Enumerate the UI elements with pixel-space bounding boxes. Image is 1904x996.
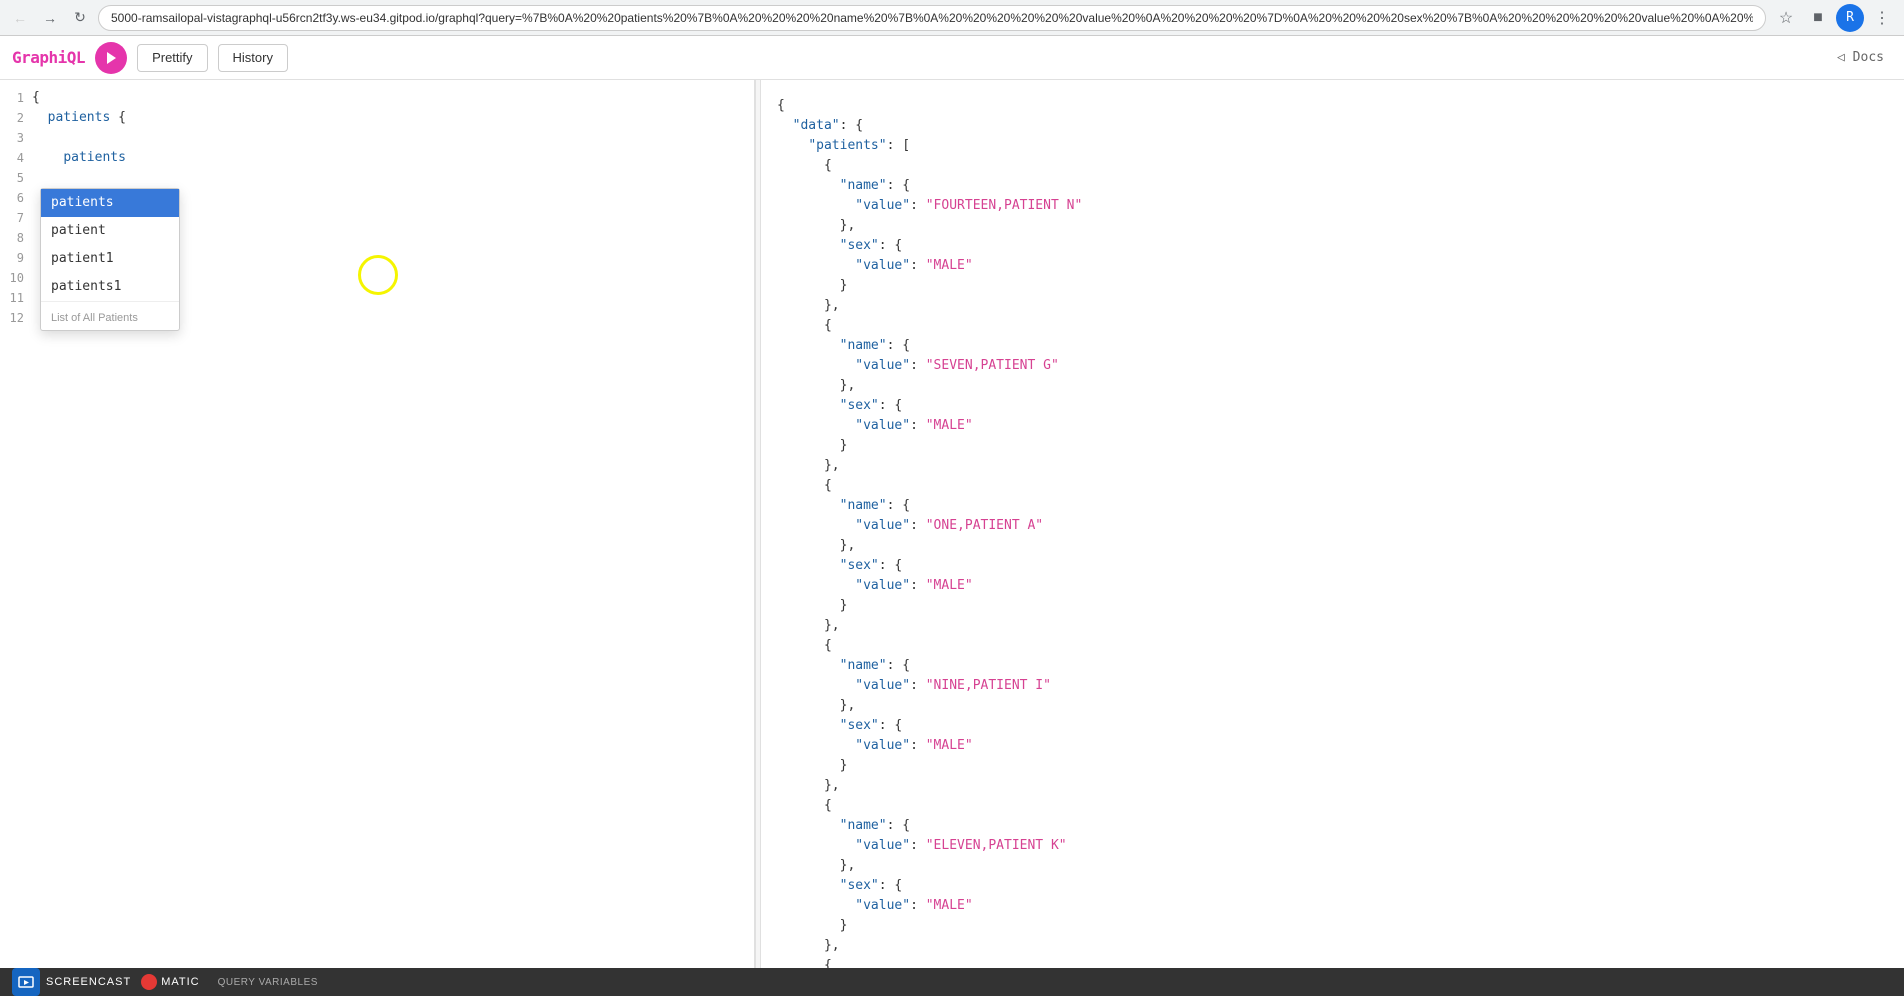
matic-label: MATIC	[161, 976, 199, 988]
screencast-label: SCREENCAST	[46, 976, 131, 988]
autocomplete-item-patients[interactable]: patients	[41, 189, 179, 217]
url-bar[interactable]	[98, 5, 1766, 31]
line-num: 5	[0, 168, 32, 188]
app-toolbar: GraphiQL Prettify History ◁ Docs	[0, 36, 1904, 80]
line-num: 1	[0, 88, 32, 108]
browser-bar: ← → ↻ ☆ ■ R ⋮	[0, 0, 1904, 36]
bottom-bar: SCREENCAST MATIC QUERY VARIABLES	[0, 968, 1904, 996]
app-logo: GraphiQL	[12, 48, 85, 67]
record-indicator	[141, 974, 157, 990]
line-num: 10	[0, 268, 32, 288]
autocomplete-dropdown[interactable]: patients patient patient1 patients1 List…	[40, 188, 180, 331]
line-code: patients	[32, 148, 754, 168]
results-panel[interactable]: { "data": { "patients": [ { "name": { "v…	[761, 80, 1904, 996]
line-num: 4	[0, 148, 32, 168]
line-num: 2	[0, 108, 32, 128]
prettify-button[interactable]: Prettify	[137, 44, 207, 72]
line-num: 9	[0, 248, 32, 268]
autocomplete-item-patient[interactable]: patient	[41, 217, 179, 245]
refresh-button[interactable]: ↻	[68, 6, 92, 30]
line-num: 8	[0, 228, 32, 248]
autocomplete-item-patient1[interactable]: patient1	[41, 245, 179, 273]
bookmark-button[interactable]: ☆	[1772, 4, 1800, 32]
screencast-icon	[18, 974, 34, 990]
play-icon	[105, 51, 117, 65]
run-button[interactable]	[95, 42, 127, 74]
editor-line-2: 2 patients {	[0, 108, 754, 128]
line-num: 6	[0, 188, 32, 208]
menu-button[interactable]: ⋮	[1868, 4, 1896, 32]
editor-line-5: 5	[0, 168, 754, 188]
line-num: 12	[0, 308, 32, 328]
forward-button[interactable]: →	[38, 6, 62, 30]
docs-button[interactable]: ◁ Docs	[1829, 50, 1892, 65]
editor-line-4: 4 patients	[0, 148, 754, 168]
autocomplete-section-label: List of All Patients	[41, 301, 179, 330]
line-code: patients {	[32, 108, 754, 128]
history-button[interactable]: History	[218, 44, 288, 72]
editor-line-1: 1 {	[0, 88, 754, 108]
avatar[interactable]: R	[1836, 4, 1864, 32]
line-num: 7	[0, 208, 32, 228]
editor-panel[interactable]: 1 { 2 patients { 3 4 patients 5	[0, 80, 755, 996]
autocomplete-item-patients1[interactable]: patients1	[41, 273, 179, 301]
editor-line-3: 3	[0, 128, 754, 148]
main-area: 1 { 2 patients { 3 4 patients 5	[0, 80, 1904, 996]
line-num: 3	[0, 128, 32, 148]
back-button[interactable]: ←	[8, 6, 32, 30]
results-content: { "data": { "patients": [ { "name": { "v…	[761, 88, 1904, 996]
query-vars-label: QUERY VARIABLES	[218, 977, 318, 988]
extensions-button[interactable]: ■	[1804, 4, 1832, 32]
line-num: 11	[0, 288, 32, 308]
line-code: {	[32, 88, 754, 108]
screencast-logo	[12, 968, 40, 996]
